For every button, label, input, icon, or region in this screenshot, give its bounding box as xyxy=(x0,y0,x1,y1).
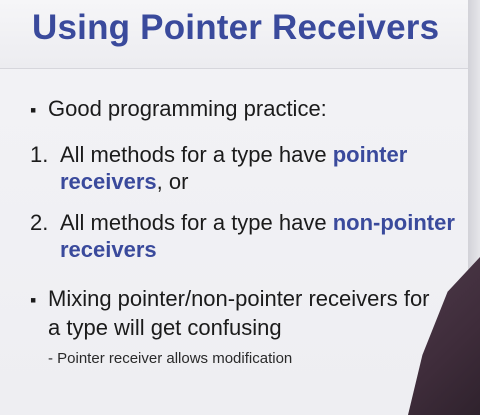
list-item-1: 1. All methods for a type have pointer r… xyxy=(30,141,470,195)
list-item-2: 2. All methods for a type have non-point… xyxy=(30,209,470,263)
intro-text: Good programming practice: xyxy=(48,96,327,121)
mixing-line-1: Mixing pointer/non-pointer receivers for xyxy=(48,286,430,311)
list-number-1: 1. xyxy=(30,142,49,167)
list-text-2-lead: All methods for a type have xyxy=(60,210,327,235)
slide: Using Pointer Receivers ▪ Good programmin… xyxy=(0,0,468,415)
list-text-2: All methods for a type have non-pointer … xyxy=(30,209,470,263)
list-suffix-1: , or xyxy=(156,169,189,194)
mixing-bullet: ▪ Mixing pointer/non-pointer receivers fo… xyxy=(30,285,470,341)
list-text-1-lead: All methods for a type have xyxy=(60,142,327,167)
list-text-1: All methods for a type have pointer rece… xyxy=(30,141,470,195)
sub-bullet: - Pointer receiver allows modification xyxy=(48,350,293,367)
intro-bullet: ▪ Good programming practice: xyxy=(30,95,470,124)
slide-title: Using Pointer Receivers xyxy=(32,8,440,47)
bullet-icon: ▪ xyxy=(30,290,37,310)
list-number-2: 2. xyxy=(30,210,49,235)
slide-content: ▪ Good programming practice: 1. All metho… xyxy=(30,95,470,367)
bullet-icon: ▪ xyxy=(30,100,37,120)
mixing-line-2: a type will get confusing xyxy=(48,315,282,340)
